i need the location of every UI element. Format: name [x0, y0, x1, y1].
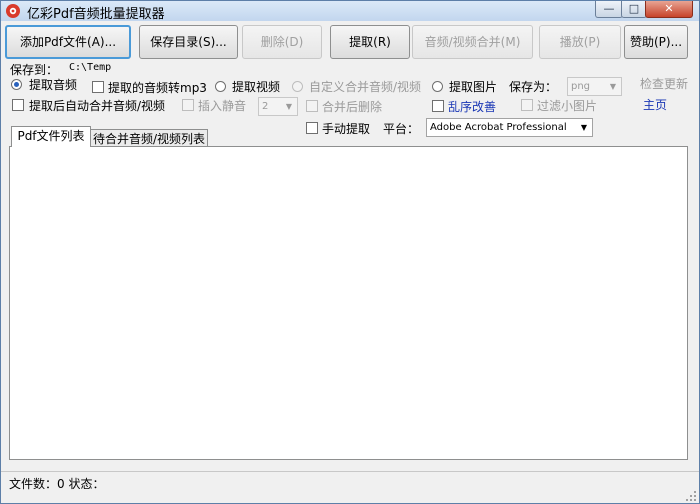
- status-text: 文件数：0 状态：: [9, 477, 105, 491]
- play-button[interactable]: 播放(P): [539, 25, 621, 59]
- title-bar: 亿彩Pdf音频批量提取器 — □ ✕: [1, 1, 699, 22]
- extract-button[interactable]: 提取(R): [330, 25, 410, 59]
- save-as-label: 保存为：: [509, 80, 558, 94]
- filter-small-images-checkbox[interactable]: [521, 99, 533, 111]
- tab-pdf-file-list[interactable]: Pdf文件列表: [11, 126, 91, 147]
- shuffle-label: 乱序改善: [448, 100, 497, 114]
- chevron-down-icon: ▼: [578, 119, 590, 136]
- save-as-format-value: png: [571, 81, 591, 92]
- status-bar: 文件数：0 状态：: [1, 471, 699, 503]
- manual-extract-checkbox[interactable]: [306, 122, 318, 134]
- sponsor-button[interactable]: 赞助(P)...: [624, 25, 688, 59]
- add-pdf-button[interactable]: 添加Pdf文件(A)...: [5, 25, 131, 59]
- pdf-file-list-view[interactable]: [9, 146, 688, 460]
- extract-video-label: 提取视频: [232, 80, 281, 94]
- maximize-icon: □: [628, 2, 640, 15]
- window-title: 亿彩Pdf音频批量提取器: [27, 7, 165, 22]
- minimize-icon: —: [603, 2, 615, 15]
- manual-extract-label: 手动提取: [322, 122, 371, 136]
- platform-select[interactable]: Adobe Acrobat Professional ▼: [426, 118, 593, 137]
- save-directory-button[interactable]: 保存目录(S)...: [139, 25, 238, 59]
- auto-merge-checkbox[interactable]: [12, 99, 24, 111]
- extract-audio-radio[interactable]: [11, 79, 22, 90]
- chevron-down-icon: ▼: [609, 82, 617, 91]
- close-icon: ✕: [664, 2, 674, 15]
- custom-merge-radio[interactable]: [292, 81, 303, 92]
- audio-to-mp3-label: 提取的音频转mp3: [108, 81, 207, 95]
- custom-merge-label: 自定义合并音频/视频: [309, 80, 422, 94]
- maximize-button[interactable]: □: [621, 1, 647, 18]
- delete-after-merge-label: 合并后删除: [322, 100, 383, 114]
- merge-button[interactable]: 音频/视频合并(M): [412, 25, 533, 59]
- app-window: 亿彩Pdf音频批量提取器 — □ ✕ 添加Pdf文件(A)... 保存目录(S)…: [0, 0, 700, 504]
- extract-image-radio[interactable]: [432, 81, 443, 92]
- platform-label: 平台：: [383, 122, 420, 136]
- minimize-button[interactable]: —: [595, 1, 623, 18]
- save-to-path: C:\Temp: [69, 62, 112, 73]
- delete-after-merge-checkbox[interactable]: [306, 100, 318, 112]
- extract-audio-label: 提取音频: [29, 78, 78, 92]
- insert-silence-label: 插入静音: [198, 99, 247, 113]
- chevron-down-icon: ▼: [285, 102, 293, 111]
- insert-silence-checkbox[interactable]: [182, 99, 194, 111]
- extract-image-label: 提取图片: [449, 80, 498, 94]
- check-update-link[interactable]: 检查更新: [640, 75, 688, 92]
- silence-duration-select[interactable]: 2 ▼: [258, 97, 298, 116]
- silence-duration-value: 2: [262, 101, 269, 112]
- app-logo-icon: [5, 3, 21, 19]
- delete-button[interactable]: 删除(D): [242, 25, 322, 59]
- homepage-link[interactable]: 主页: [643, 96, 667, 113]
- close-button[interactable]: ✕: [645, 1, 693, 18]
- extract-video-radio[interactable]: [215, 81, 226, 92]
- resize-grip-icon[interactable]: [685, 490, 697, 502]
- audio-to-mp3-checkbox[interactable]: [92, 81, 104, 93]
- save-as-format-select[interactable]: png ▼: [567, 77, 622, 96]
- shuffle-checkbox[interactable]: [432, 100, 444, 112]
- filter-small-images-label: 过滤小图片: [537, 99, 598, 113]
- platform-value: Adobe Acrobat Professional: [430, 122, 567, 133]
- auto-merge-label: 提取后自动合并音频/视频: [29, 99, 166, 113]
